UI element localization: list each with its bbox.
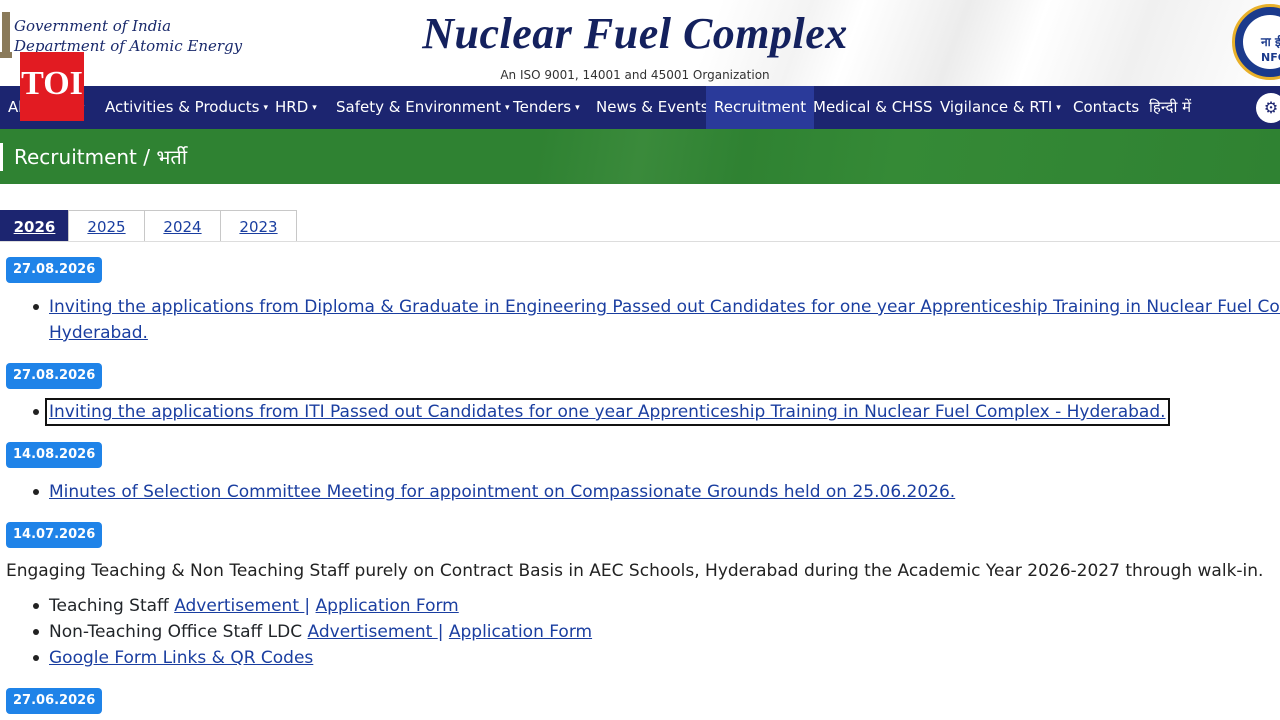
nav-item-3[interactable]: Safety & Environment ▾ — [336, 86, 510, 129]
tab-2023[interactable]: 2023 — [220, 210, 297, 242]
nav-item-label: Tenders — [513, 98, 572, 116]
nav-item-4[interactable]: Tenders ▾ — [513, 86, 580, 129]
bullet — [33, 629, 39, 635]
chevron-down-icon: ▾ — [1056, 103, 1061, 113]
tab-2025[interactable]: 2025 — [68, 210, 145, 242]
nav-item-7[interactable]: Medical & CHSS — [813, 86, 933, 129]
list-item: Minutes of Selection Committee Meeting f… — [49, 479, 955, 505]
banner-accent-bar — [0, 143, 3, 171]
nav-item-5[interactable]: News & Events — [596, 86, 709, 129]
list-item-teaching: Teaching Staff Advertisement | Applicati… — [49, 593, 459, 619]
list-item-google-form: Google Form Links & QR Codes — [49, 645, 313, 671]
site-title[interactable]: Nuclear Fuel Complex — [0, 8, 1270, 59]
nav-item-label: News & Events — [596, 98, 709, 116]
nav-item-10[interactable]: हिन्दी में — [1149, 86, 1191, 129]
nonteaching-application-form-link[interactable]: Application Form — [449, 622, 592, 642]
nfc-logo-text: NFC — [1261, 51, 1280, 64]
bullet — [33, 409, 39, 415]
date-badge: 27.08.2026 — [6, 363, 103, 389]
toi-logo: TOI — [20, 52, 84, 121]
bullet — [33, 304, 39, 310]
nav-item-label: Safety & Environment — [336, 98, 501, 116]
list-item-continuation: Hyderabad. — [49, 320, 148, 346]
nav-item-2[interactable]: HRD ▾ — [275, 86, 317, 129]
teaching-advertisement-link[interactable]: Advertisement — [174, 596, 304, 616]
nav-item-6[interactable]: Recruitment — [706, 86, 815, 129]
site-header: Government of India Department of Atomic… — [0, 0, 1280, 86]
nfc-logo-hindi: ना ई — [1261, 35, 1280, 49]
nav-item-label: हिन्दी में — [1149, 98, 1192, 116]
nav-item-9[interactable]: Contacts — [1073, 86, 1139, 129]
nav-item-1[interactable]: Activities & Products ▾ — [105, 86, 268, 129]
chevron-down-icon: ▾ — [575, 103, 580, 113]
tab-divider — [0, 241, 1280, 242]
list-item: Inviting the applications from ITI Passe… — [45, 398, 1170, 426]
separator: | — [437, 622, 444, 642]
nav-item-label: HRD — [275, 98, 309, 116]
walk-in-description: Engaging Teaching & Non Teaching Staff p… — [6, 561, 1264, 581]
tab-2026[interactable]: 2026 — [0, 210, 69, 242]
nav-item-label: Contacts — [1073, 98, 1140, 116]
date-badge: 27.06.2026 — [6, 688, 103, 714]
iso-certification-text: An ISO 9001, 14001 and 45001 Organizatio… — [500, 68, 770, 82]
page-title: Recruitment / भर्ती — [14, 145, 187, 169]
nav-item-label: Activities & Products — [105, 98, 260, 116]
chevron-down-icon: ▾ — [263, 103, 268, 113]
teaching-staff-label: Teaching Staff — [49, 596, 169, 616]
chevron-down-icon: ▾ — [312, 103, 317, 113]
chevron-down-icon: ▾ — [505, 103, 510, 113]
nav-item-label: Recruitment — [714, 98, 807, 116]
apprenticeship-diploma-link-cont[interactable]: Hyderabad. — [49, 323, 148, 343]
bullet — [33, 489, 39, 495]
main-nav: About Us▾Activities & Products▾HRD▾Safet… — [0, 86, 1280, 129]
google-form-link[interactable]: Google Form Links & QR Codes — [49, 648, 313, 668]
tab-2024[interactable]: 2024 — [144, 210, 221, 242]
teaching-application-form-link[interactable]: Application Form — [316, 596, 459, 616]
apprenticeship-iti-link[interactable]: Inviting the applications from ITI Passe… — [45, 398, 1170, 426]
selection-committee-minutes-link[interactable]: Minutes of Selection Committee Meeting f… — [49, 482, 955, 502]
nav-item-8[interactable]: Vigilance & RTI ▾ — [940, 86, 1061, 129]
date-badge: 14.08.2026 — [6, 442, 103, 468]
date-badge: 27.08.2026 — [6, 257, 103, 283]
nav-item-label: Vigilance & RTI — [940, 98, 1053, 116]
list-item: Inviting the applications from Diploma &… — [49, 294, 1280, 320]
page-banner: Recruitment / भर्ती — [0, 129, 1280, 184]
date-badge: 14.07.2026 — [6, 522, 103, 548]
bullet — [33, 655, 39, 661]
nonteaching-staff-label: Non-Teaching Office Staff LDC — [49, 622, 303, 642]
separator: | — [304, 596, 311, 616]
nonteaching-advertisement-link[interactable]: Advertisement — [308, 622, 438, 642]
list-item-nonteaching: Non-Teaching Office Staff LDC Advertisem… — [49, 619, 592, 645]
nav-item-label: Medical & CHSS — [813, 98, 933, 116]
bullet — [33, 603, 39, 609]
apprenticeship-diploma-link[interactable]: Inviting the applications from Diploma &… — [49, 297, 1280, 317]
settings-icon[interactable]: ⚙ — [1256, 93, 1280, 123]
